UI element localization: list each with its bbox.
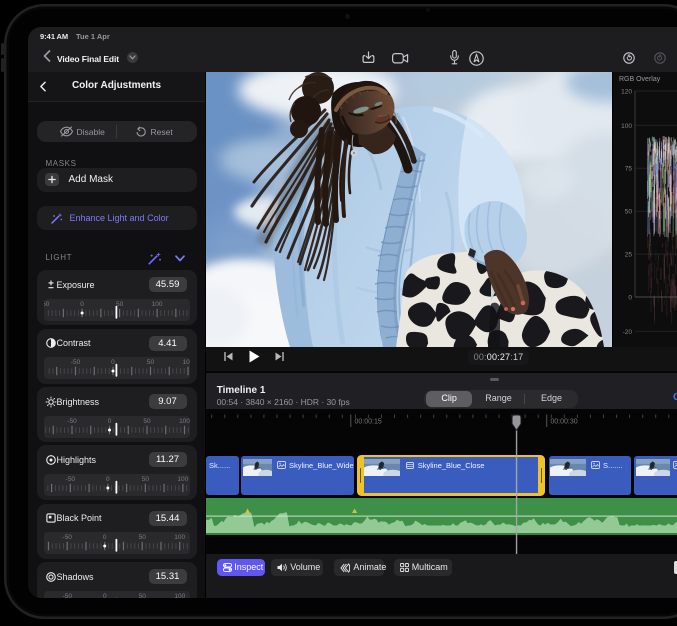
svg-text:00:00:30: 00:00:30	[550, 419, 577, 426]
svg-text:50: 50	[625, 209, 633, 216]
svg-text:0: 0	[103, 534, 107, 541]
svg-text:-50: -50	[63, 593, 73, 598]
svg-text:100: 100	[174, 593, 185, 598]
svg-text:50: 50	[147, 359, 155, 366]
svg-text:50: 50	[142, 476, 150, 483]
svg-text:100: 100	[183, 359, 190, 366]
svg-text:50: 50	[139, 593, 147, 598]
svg-text:50: 50	[143, 418, 151, 425]
svg-text:0: 0	[628, 295, 632, 302]
svg-text:-20: -20	[623, 329, 633, 336]
svg-text:-50: -50	[44, 301, 50, 308]
svg-text:25: 25	[625, 252, 633, 259]
svg-text:0: 0	[108, 418, 112, 425]
svg-text:100: 100	[621, 123, 632, 130]
svg-text:0: 0	[111, 359, 115, 366]
svg-text:100: 100	[174, 534, 185, 541]
svg-text:100: 100	[152, 301, 163, 308]
svg-text:100: 100	[179, 418, 190, 425]
svg-text:-50: -50	[63, 534, 73, 541]
svg-text:-50: -50	[71, 359, 81, 366]
svg-text:75: 75	[625, 166, 633, 173]
svg-text:-50: -50	[66, 476, 76, 483]
svg-text:0: 0	[103, 593, 107, 598]
svg-text:50: 50	[139, 534, 147, 541]
svg-text:00:00:15: 00:00:15	[355, 419, 382, 426]
svg-text:0: 0	[106, 476, 110, 483]
svg-text:120: 120	[621, 89, 632, 96]
svg-text:-50: -50	[67, 418, 77, 425]
svg-text:0: 0	[80, 301, 84, 308]
svg-text:100: 100	[177, 476, 188, 483]
